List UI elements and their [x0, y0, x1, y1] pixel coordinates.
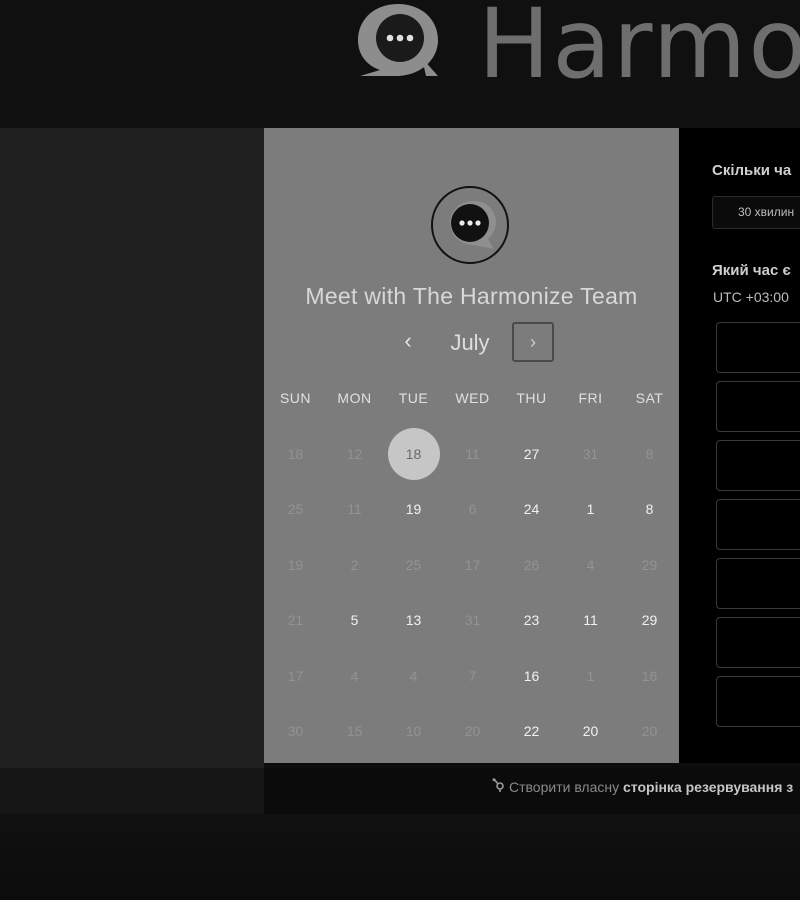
time-slot-button[interactable] [716, 440, 800, 491]
booking-panel: Скільки ча 30 хвилин Який час є UTC +03:… [679, 128, 800, 763]
weekday-label: SUN [279, 390, 312, 406]
calendar-day: 26 [523, 556, 540, 573]
prev-month-button[interactable]: ‹ [396, 326, 420, 356]
calendar-day: 17 [464, 556, 481, 573]
header: Harmo [0, 0, 800, 128]
calendar-day: 31 [582, 445, 599, 462]
calendar-day: 25 [405, 556, 422, 573]
calendar-grid: 18 12 18 11 27 31 8 25 11 19 6 24 1 8 19 2 25 17 26 4 29 21 5 1… [266, 426, 679, 759]
calendar-week-row: 19 2 25 17 26 4 29 [266, 537, 679, 593]
calendar-day: 25 [287, 501, 304, 518]
chat-bubble-icon [450, 201, 496, 249]
calendar-week-row: 21 5 13 31 23 11 29 [266, 593, 679, 649]
calendar-day: 21 [287, 612, 304, 629]
calendar-week-row: 17 4 4 7 16 1 16 [266, 648, 679, 704]
calendar-day: 6 [468, 501, 477, 518]
sprocket-icon [491, 778, 505, 795]
calendar-day[interactable]: 19 [384, 482, 443, 538]
calendar-day[interactable]: 11 [561, 593, 620, 649]
weekday-label: SAT [635, 390, 664, 406]
calendar-day[interactable]: 29 [620, 593, 679, 649]
calendar-day: 11 [465, 445, 480, 462]
weekday-label: MON [337, 390, 372, 406]
weekday-label: TUE [398, 390, 429, 406]
calendar-day: 7 [468, 667, 477, 684]
calendar-day: 17 [287, 667, 304, 684]
calendar-day[interactable]: 22 [502, 704, 561, 760]
month-label: July [450, 330, 490, 355]
duration-select[interactable]: 30 хвилин [712, 196, 800, 229]
duration-question: Скільки ча [712, 162, 792, 179]
calendar-day[interactable]: 5 [325, 593, 384, 649]
time-slot-button[interactable] [716, 617, 800, 668]
calendar-week-row: 25 11 19 6 24 1 8 [266, 482, 679, 538]
chat-bubble-logo-icon [358, 4, 438, 76]
month-navigation: ‹ July › [264, 320, 679, 366]
weekday-label: THU [516, 390, 547, 406]
time-question: Який час є [712, 262, 791, 279]
calendar-day[interactable]: 27 [502, 426, 561, 482]
calendar-day[interactable]: 23 [502, 593, 561, 649]
calendar-week-row: 18 12 18 11 27 31 8 [266, 426, 679, 482]
calendar-day[interactable]: 20 [561, 704, 620, 760]
calendar-day[interactable]: 16 [502, 648, 561, 704]
calendar-day[interactable]: 8 [620, 482, 679, 538]
footer-strong: сторінка резервування з [623, 779, 794, 795]
footer-bar: Створити власну сторінка резервування з [264, 768, 800, 814]
page-bottom [0, 814, 800, 900]
time-slot-button[interactable] [716, 676, 800, 727]
calendar-day: 8 [645, 445, 654, 462]
calendar-day: 30 [287, 723, 304, 740]
calendar-day: 2 [350, 556, 359, 573]
time-slot-button[interactable] [716, 381, 800, 432]
calendar-card: Meet with The Harmonize Team ‹ July › SU… [264, 128, 679, 763]
left-footer [0, 768, 264, 814]
next-month-button[interactable]: › [512, 322, 554, 362]
brand-name: Harmo [478, 0, 800, 100]
calendar-week-row: 30 15 10 20 22 20 20 [266, 704, 679, 760]
calendar-day: 12 [346, 445, 363, 462]
calendar-day: 16 [641, 667, 658, 684]
calendar-day: 4 [409, 667, 418, 684]
calendar-day-selected[interactable]: 18 [384, 426, 443, 482]
calendar-day: 15 [346, 723, 363, 740]
meeting-title: Meet with The Harmonize Team [305, 283, 638, 309]
footer-prefix: Створити власну [509, 779, 620, 795]
calendar-day[interactable]: 1 [561, 482, 620, 538]
selected-day-circle: 18 [387, 427, 440, 480]
calendar-day: 18 [287, 445, 304, 462]
calendar-day: 4 [350, 667, 359, 684]
time-slot-list [716, 322, 800, 735]
calendar-day: 1 [586, 667, 595, 684]
left-panel [0, 128, 264, 768]
calendar-day: 29 [641, 556, 658, 573]
calendar-day: 19 [287, 556, 304, 573]
calendar-day[interactable]: 24 [502, 482, 561, 538]
weekday-header: SUN MON TUE WED THU FRI SAT [264, 390, 679, 406]
calendar-day: 4 [586, 556, 595, 573]
time-slot-button[interactable] [716, 322, 800, 373]
weekday-label: WED [455, 390, 490, 406]
calendar-day: 20 [464, 723, 481, 740]
calendar-day: 31 [464, 612, 481, 629]
footer-link[interactable]: Створити власну сторінка резервування з [491, 778, 793, 795]
time-slot-button[interactable] [716, 499, 800, 550]
time-slot-button[interactable] [716, 558, 800, 609]
calendar-day[interactable]: 13 [384, 593, 443, 649]
calendar-day: 20 [641, 723, 658, 740]
timezone-selector[interactable]: UTC +03:00 [713, 289, 789, 305]
weekday-label: FRI [578, 390, 603, 406]
calendar-day: 10 [405, 723, 422, 740]
calendar-day: 11 [347, 501, 362, 518]
avatar [431, 186, 509, 264]
